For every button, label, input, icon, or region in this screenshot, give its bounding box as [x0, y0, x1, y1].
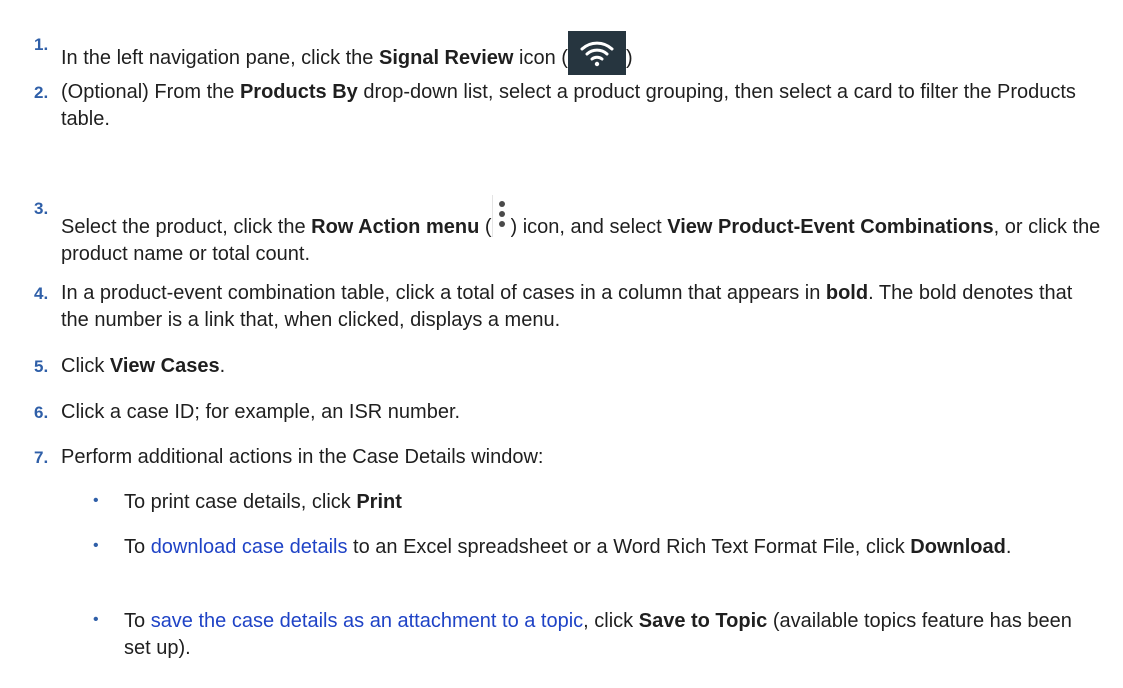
step-text-part: (Optional) From the — [61, 81, 240, 103]
step-text-part: Select the product, click the — [61, 216, 312, 238]
step-text: Click a case ID; for example, an ISR num… — [61, 399, 1101, 426]
step-text-part: ) — [625, 47, 633, 69]
step-text-part: Click — [61, 355, 110, 377]
wifi-signal-icon — [580, 41, 614, 67]
step-number: 5. — [34, 357, 49, 376]
step-text-part: Perform additional actions in the Case D… — [61, 446, 544, 468]
save-to-topic-link[interactable]: save the case details as an attachment t… — [151, 610, 583, 632]
bullet-text-part: to an Excel spreadsheet or a Word Rich T… — [347, 536, 911, 558]
bullet-text: To download case details to an Excel spr… — [124, 534, 1104, 561]
step-text-part: . — [219, 355, 226, 377]
bullet-text-part: To — [124, 610, 151, 632]
download-case-details-link[interactable]: download case details — [151, 536, 348, 558]
bullet-text: To print case details, click Print — [124, 489, 1104, 516]
kebab-menu-icon — [498, 201, 505, 227]
step-text: Perform additional actions in the Case D… — [61, 444, 1101, 471]
step-text: Select the product, click the Row Action… — [61, 195, 1101, 268]
step-number: 4. — [34, 284, 49, 303]
bullet-dot: • — [93, 537, 99, 554]
ui-term: Row Action menu — [311, 216, 480, 238]
signal-review-icon — [567, 31, 626, 75]
step-text: Click View Cases. — [61, 353, 1101, 380]
step-text-part: icon ( — [513, 47, 568, 69]
step-text: In a product-event combination table, cl… — [61, 280, 1101, 334]
bullet-text-part: . — [1005, 536, 1012, 558]
bullet-text-part: To print case details, click — [124, 491, 357, 513]
step-text-part: In a product-event combination table, cl… — [61, 282, 826, 304]
step-number: 2. — [34, 83, 49, 102]
step-text-part: ( — [479, 216, 492, 238]
ui-term: Download — [910, 536, 1006, 558]
ui-term: Products By — [239, 81, 358, 103]
step-number: 7. — [34, 448, 49, 467]
step-text: In the left navigation pane, click the S… — [61, 31, 1101, 75]
ui-term: Signal Review — [378, 47, 514, 69]
step-text-part: Click a case ID; for example, an ISR num… — [61, 401, 461, 423]
ui-term: View Product-Event Combinations — [667, 216, 994, 238]
step-number: 1. — [34, 35, 49, 54]
bullet-text-part: To — [124, 536, 151, 558]
bullet-text-part: , click — [583, 610, 639, 632]
ui-term: Save to Topic — [638, 610, 768, 632]
ui-term: Print — [356, 491, 402, 513]
step-number: 6. — [34, 403, 49, 422]
step-number: 3. — [34, 199, 49, 218]
ui-term: View Cases — [109, 355, 220, 377]
bullet-text: To save the case details as an attachmen… — [124, 608, 1104, 662]
bullet-dot: • — [93, 611, 99, 628]
step-text-part: In the left navigation pane, click the — [61, 47, 379, 69]
row-action-icon — [491, 195, 511, 237]
bullet-dot: • — [93, 492, 99, 509]
ui-term: bold — [825, 282, 869, 304]
step-text: (Optional) From the Products By drop-dow… — [61, 79, 1101, 133]
step-text-part: ) icon, and select — [510, 216, 668, 238]
